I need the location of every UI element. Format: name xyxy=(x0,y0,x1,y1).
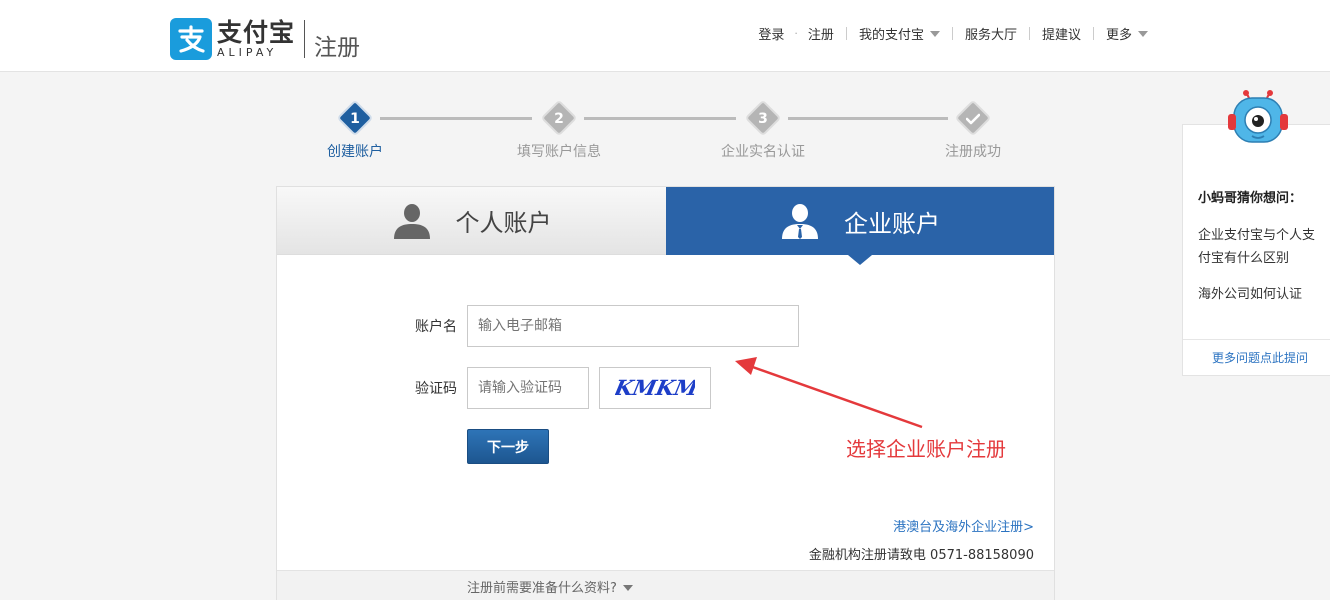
help-question-overseas[interactable]: 海外公司如何认证 xyxy=(1198,283,1323,306)
prepare-materials-toggle[interactable]: 注册前需要准备什么资料? xyxy=(467,577,633,596)
mascot-robot-icon xyxy=(1228,90,1288,143)
step-label: 创建账户 xyxy=(327,144,383,160)
tab-enterprise-account[interactable]: 企业账户 xyxy=(666,187,1054,255)
nav-more-label: 更多 xyxy=(1105,28,1132,43)
nav-my-alipay-label: 我的支付宝 xyxy=(858,28,924,43)
account-email-input[interactable] xyxy=(467,305,799,347)
panel-footer: 注册前需要准备什么资料? xyxy=(277,570,1054,600)
page-title: 注册 xyxy=(314,35,361,61)
help-more-link[interactable]: 更多问题点此提问 xyxy=(1212,349,1308,366)
help-sidebar: 小蚂哥猜你想问： 企业支付宝与个人支付宝有什么区别 海外公司如何认证 更多问题点… xyxy=(1182,124,1330,376)
captcha-text: KMKM xyxy=(615,376,695,401)
account-type-tabs: 个人账户 企业账户 xyxy=(277,187,1054,255)
nav-my-alipay[interactable]: 我的支付宝 xyxy=(859,24,940,43)
register-panel: 个人账户 企业账户 账户名 验证码 KMKM 下一步 xyxy=(276,186,1055,600)
step-fill-info: 2 填写账户信息 xyxy=(499,99,619,161)
help-title: 小蚂哥猜你想问： xyxy=(1198,191,1303,206)
account-name-row: 账户名 xyxy=(377,305,799,347)
chevron-down-icon xyxy=(929,31,940,37)
logo-cn: 支付宝 xyxy=(217,17,296,47)
nav-separator xyxy=(845,27,847,40)
nav-separator xyxy=(951,27,953,40)
chevron-down-icon xyxy=(1138,31,1148,37)
nav-register[interactable]: 注册 xyxy=(808,24,834,43)
check-icon xyxy=(963,106,983,141)
step-label: 企业实名认证 xyxy=(721,144,805,160)
help-divider xyxy=(1183,339,1330,340)
nav-dot-separator: · xyxy=(794,27,798,40)
active-tab-pointer xyxy=(848,255,872,265)
step-number: 1 xyxy=(350,111,360,127)
overseas-register-link[interactable]: 港澳台及海外企业注册> xyxy=(893,516,1034,535)
nav-suggest[interactable]: 提建议 xyxy=(1042,24,1081,43)
step-label: 填写账户信息 xyxy=(517,144,601,160)
prepare-materials-label: 注册前需要准备什么资料? xyxy=(467,581,617,596)
nav-separator xyxy=(1028,27,1030,40)
step-verification: 3 企业实名认证 xyxy=(703,99,823,161)
alipay-logo-icon xyxy=(170,18,212,60)
step-number: 3 xyxy=(758,111,768,127)
captcha-label: 验证码 xyxy=(415,381,457,397)
person-icon xyxy=(392,203,432,239)
tab-enterprise-label: 企业账户 xyxy=(844,209,940,238)
logo-text: 支付宝 ALIPAY xyxy=(217,17,296,59)
nav-separator xyxy=(1092,27,1094,40)
next-step-button[interactable]: 下一步 xyxy=(467,429,549,464)
header: 支付宝 ALIPAY 注册 登录 · 注册 我的支付宝 服务大厅 提建议 更多 xyxy=(0,0,1330,72)
nav-more[interactable]: 更多 xyxy=(1106,24,1148,43)
help-question-difference[interactable]: 企业支付宝与个人支付宝有什么区别 xyxy=(1198,224,1323,270)
captcha-image[interactable]: KMKM xyxy=(599,367,711,409)
step-create-account: 1 创建账户 xyxy=(295,99,415,161)
logo-separator xyxy=(304,20,306,58)
captcha-row: 验证码 KMKM xyxy=(377,367,711,409)
step-number: 2 xyxy=(554,111,564,127)
nav-login[interactable]: 登录 xyxy=(758,24,784,43)
business-person-icon xyxy=(780,203,820,239)
top-nav: 登录 · 注册 我的支付宝 服务大厅 提建议 更多 xyxy=(758,24,1148,43)
logo-en: ALIPAY xyxy=(217,45,278,59)
alipay-logo[interactable]: 支付宝 ALIPAY 注册 xyxy=(170,16,360,62)
step-label: 注册成功 xyxy=(945,144,1001,160)
chevron-down-icon xyxy=(622,585,633,591)
account-name-label: 账户名 xyxy=(415,319,457,335)
tab-personal-account[interactable]: 个人账户 xyxy=(277,187,666,255)
captcha-input[interactable] xyxy=(467,367,589,409)
step-success: 注册成功 xyxy=(913,99,1033,161)
progress-steps: 1 创建账户 2 填写账户信息 3 企业实名认证 注册成功 xyxy=(280,99,1050,170)
nav-service-hall[interactable]: 服务大厅 xyxy=(965,24,1017,43)
tab-personal-label: 个人账户 xyxy=(455,209,552,237)
financial-hotline: 金融机构注册请致电 0571-88158090 xyxy=(808,548,1034,563)
annotation-text: 选择企业账户注册 xyxy=(846,437,1006,461)
